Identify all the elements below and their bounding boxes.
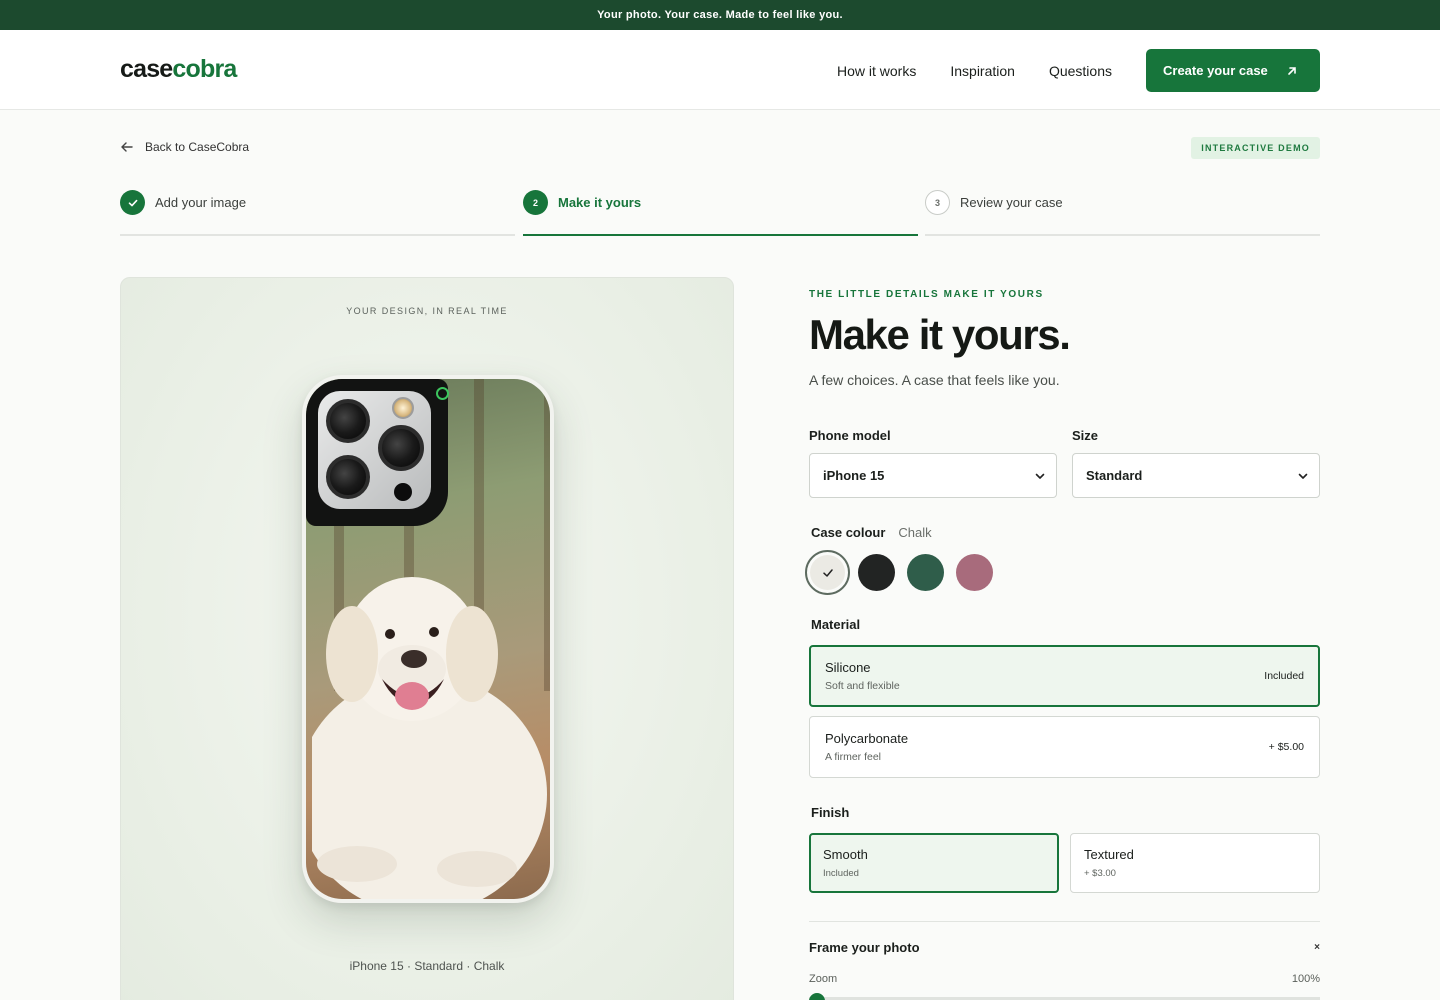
- case-preview-panel: YOUR DESIGN, IN REAL TIME iPhone 15 · St…: [120, 277, 734, 1000]
- logo-text-case: case: [120, 55, 173, 83]
- zoom-slider-thumb[interactable]: [809, 993, 825, 1000]
- announcement-text: Your photo. Your case. Made to feel like…: [597, 9, 843, 21]
- size-label: Size: [1072, 428, 1099, 443]
- material-price: Included: [1264, 670, 1304, 682]
- material-option-text: Polycarbonate A firmer feel: [825, 731, 908, 763]
- phone-model-select[interactable]: iPhone 15: [809, 453, 1057, 498]
- step-make-it-yours[interactable]: 2 Make it yours: [523, 190, 918, 236]
- preview-caption: YOUR DESIGN, IN REAL TIME: [346, 306, 508, 316]
- model-size-row: Phone model iPhone 15 Size Standard: [809, 428, 1320, 498]
- check-icon: [822, 568, 833, 577]
- section-eyebrow: THE LITTLE DETAILS MAKE IT YOURS: [809, 289, 1044, 300]
- phone-model-field: Phone model iPhone 15: [809, 428, 1057, 498]
- case-colour-selected: Chalk: [898, 525, 932, 540]
- finish-options: Smooth Included Textured + $3.00: [809, 833, 1320, 893]
- phone-case-preview[interactable]: [302, 375, 554, 903]
- material-name: Silicone: [825, 660, 871, 675]
- main-nav: How it works Inspiration Questions Creat…: [837, 49, 1320, 92]
- material-option-text: Silicone Soft and flexible: [825, 660, 900, 692]
- material-price: + $5.00: [1268, 741, 1304, 753]
- step-review-case[interactable]: 3 Review your case: [925, 190, 1320, 236]
- case-colour-label: Case colour: [811, 525, 886, 540]
- announcement-bar: Your photo. Your case. Made to feel like…: [0, 0, 1440, 30]
- arrow-left-icon: [121, 142, 133, 152]
- swatch-black[interactable]: [858, 554, 895, 591]
- phone-model-label: Phone model: [809, 428, 891, 443]
- step-2-label: Make it yours: [558, 195, 642, 210]
- zoom-label: Zoom: [809, 973, 838, 985]
- step-3-number: 3: [925, 190, 950, 215]
- zoom-value: 100%: [1291, 973, 1320, 985]
- step-1-check-icon: [120, 190, 145, 215]
- colour-swatches: [805, 550, 1005, 595]
- camera-bump: [306, 379, 449, 526]
- step-add-image[interactable]: Add your image: [120, 190, 515, 236]
- nav-link-questions[interactable]: Questions: [1049, 63, 1112, 79]
- camera-lens-icon: [326, 455, 370, 499]
- case-colour-header: Case colour Chalk: [811, 525, 932, 540]
- dog-photo: [312, 577, 547, 899]
- nav-link-how-it-works[interactable]: How it works: [837, 63, 916, 79]
- size-value: Standard: [1086, 468, 1143, 483]
- camera-lens-icon: [326, 399, 370, 443]
- customizer-panel: THE LITTLE DETAILS MAKE IT YOURS Make it…: [805, 289, 1320, 1000]
- frame-photo-title: Frame your photo: [809, 940, 920, 955]
- frame-photo-header: Frame your photo ×: [809, 940, 1320, 955]
- camera-module: [318, 391, 431, 509]
- case-photo: [306, 379, 550, 899]
- back-link[interactable]: Back to CaseCobra: [120, 140, 249, 154]
- page-title: Make it yours.: [809, 311, 1071, 358]
- finish-name: Smooth: [823, 847, 868, 862]
- finish-option-textured[interactable]: Textured + $3.00: [1070, 833, 1320, 893]
- material-desc: Soft and flexible: [825, 680, 900, 692]
- preview-summary: iPhone 15 · Standard · Chalk: [349, 959, 505, 973]
- nav-link-inspiration[interactable]: Inspiration: [950, 63, 1015, 79]
- arrow-up-right-icon: [1288, 66, 1296, 75]
- indicator-ring-icon: [436, 387, 449, 400]
- material-name: Polycarbonate: [825, 731, 909, 746]
- sensor-icon: [394, 483, 412, 501]
- size-select[interactable]: Standard: [1072, 453, 1320, 498]
- swatch-rose[interactable]: [956, 554, 993, 591]
- back-link-label: Back to CaseCobra: [145, 140, 250, 154]
- site-header: casecobra How it works Inspiration Quest…: [0, 30, 1440, 110]
- finish-desc: + $3.00: [1084, 868, 1116, 879]
- material-label: Material: [811, 617, 861, 632]
- brand-logo[interactable]: casecobra: [120, 55, 237, 84]
- finish-desc: Included: [823, 868, 859, 879]
- camera-lens-icon: [378, 425, 424, 471]
- swatch-chalk[interactable]: [805, 550, 850, 595]
- chevron-down-icon: [1298, 473, 1308, 479]
- create-case-label: Create your case: [1163, 63, 1268, 78]
- finish-option-smooth[interactable]: Smooth Included: [809, 833, 1059, 893]
- step-1-label: Add your image: [155, 195, 247, 210]
- finish-name: Textured: [1084, 847, 1134, 862]
- logo-text-cobra: cobra: [172, 55, 237, 83]
- material-option-polycarbonate[interactable]: Polycarbonate A firmer feel + $5.00: [809, 716, 1320, 778]
- section-divider: [809, 921, 1320, 922]
- chevron-down-icon: [1035, 473, 1045, 479]
- step-2-number: 2: [523, 190, 548, 215]
- page-subtitle: A few choices. A case that feels like yo…: [809, 372, 1060, 389]
- finish-label: Finish: [811, 805, 850, 820]
- zoom-row: Zoom 100%: [809, 973, 1320, 985]
- material-desc: A firmer feel: [825, 751, 882, 763]
- phone-model-value: iPhone 15: [823, 468, 885, 483]
- material-option-silicone[interactable]: Silicone Soft and flexible Included: [809, 645, 1320, 707]
- flash-icon: [392, 397, 414, 419]
- swatch-chalk-fill: [810, 555, 845, 590]
- close-icon[interactable]: ×: [1314, 942, 1320, 953]
- interactive-demo-badge: INTERACTIVE DEMO: [1191, 137, 1320, 159]
- size-field: Size Standard: [1072, 428, 1320, 498]
- step-3-label: Review your case: [960, 195, 1063, 210]
- create-case-button[interactable]: Create your case: [1146, 49, 1320, 92]
- swatch-green[interactable]: [907, 554, 944, 591]
